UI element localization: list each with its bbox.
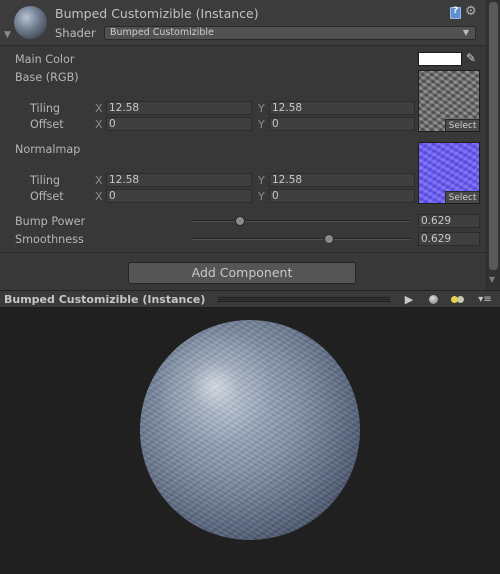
normalmap-label: Normalmap: [15, 143, 81, 156]
base-offset-x-field[interactable]: 0: [106, 117, 252, 131]
inspector-scrollbar[interactable]: ▼: [486, 0, 500, 290]
base-tiling-y-axis: Y: [258, 102, 265, 115]
bump-power-field[interactable]: 0.629: [418, 214, 480, 228]
normalmap-offset-label: Offset: [30, 190, 64, 203]
foldout-arrow-icon[interactable]: ▼: [4, 30, 11, 40]
base-tiling-label: Tiling: [30, 102, 61, 115]
shader-label: Shader: [55, 26, 96, 40]
base-offset-y-axis: Y: [258, 118, 265, 131]
smoothness-slider-thumb[interactable]: [324, 234, 334, 244]
normalmap-tiling-y-axis: Y: [258, 174, 265, 187]
smoothness-slider-track[interactable]: [192, 238, 410, 240]
normalmap-tiling-x-field[interactable]: 12.58: [106, 173, 252, 187]
normalmap-texture-slot[interactable]: Select: [418, 142, 480, 204]
bump-power-label: Bump Power: [15, 215, 86, 228]
base-texture-label: Base (RGB): [15, 71, 79, 84]
base-offset-y-field[interactable]: 0: [269, 117, 415, 131]
normalmap-offset-y-axis: Y: [258, 190, 265, 203]
base-texture-slot[interactable]: Select: [418, 70, 480, 132]
preview-menu-icon[interactable]: ▾≡: [476, 292, 494, 307]
shader-dropdown[interactable]: Bumped Customizible ▼: [104, 26, 476, 40]
preview-title: Bumped Customizible (Instance): [4, 293, 206, 306]
play-icon[interactable]: ▶: [400, 292, 418, 307]
main-color-label: Main Color: [15, 53, 75, 66]
section-divider: [0, 252, 486, 253]
gear-icon[interactable]: ⚙: [465, 4, 477, 19]
resize-handle[interactable]: [218, 297, 390, 302]
base-offset-x-axis: X: [95, 118, 103, 131]
preview-sphere: [140, 320, 360, 540]
bump-power-slider-track[interactable]: [192, 220, 410, 222]
main-color-swatch[interactable]: [418, 52, 462, 66]
scroll-down-icon[interactable]: ▼: [489, 275, 495, 284]
add-component-button[interactable]: Add Component: [128, 262, 356, 284]
base-offset-label: Offset: [30, 118, 64, 131]
normalmap-tiling-x-axis: X: [95, 174, 103, 187]
material-thumbnail: [14, 6, 47, 39]
preview-lights-icon[interactable]: [450, 292, 466, 307]
base-select-button[interactable]: Select: [445, 119, 479, 131]
bump-power-slider-thumb[interactable]: [235, 216, 245, 226]
material-header: ▼ Bumped Customizible (Instance) ⚙ Shade…: [0, 0, 500, 46]
base-tiling-x-axis: X: [95, 102, 103, 115]
normalmap-tiling-label: Tiling: [30, 174, 61, 187]
preview-mesh-icon[interactable]: [428, 292, 440, 307]
help-book-icon[interactable]: [450, 6, 461, 19]
smoothness-label: Smoothness: [15, 233, 84, 246]
normalmap-select-button[interactable]: Select: [445, 191, 479, 203]
smoothness-field[interactable]: 0.629: [418, 232, 480, 246]
chevron-down-icon: ▼: [462, 28, 469, 37]
normalmap-offset-x-field[interactable]: 0: [106, 189, 252, 203]
scrollbar-thumb[interactable]: [489, 2, 498, 270]
material-title: Bumped Customizible (Instance): [55, 6, 259, 21]
base-tiling-y-field[interactable]: 12.58: [269, 101, 415, 115]
material-preview-viewport[interactable]: [0, 309, 500, 574]
shader-dropdown-value: Bumped Customizible: [110, 27, 214, 38]
material-inspector: ▼ Bumped Customizible (Instance) ⚙ Shade…: [0, 0, 500, 290]
base-tiling-x-field[interactable]: 12.58: [106, 101, 252, 115]
preview-toolbar: Bumped Customizible (Instance) ▶ ▾≡: [0, 290, 500, 308]
normalmap-tiling-y-field[interactable]: 12.58: [269, 173, 415, 187]
normalmap-offset-y-field[interactable]: 0: [269, 189, 415, 203]
eyedropper-icon[interactable]: ✎: [466, 51, 476, 65]
normalmap-offset-x-axis: X: [95, 190, 103, 203]
